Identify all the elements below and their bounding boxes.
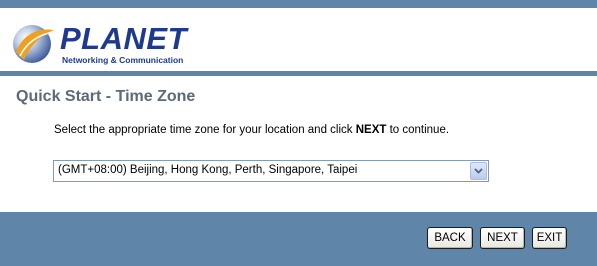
top-accent-bar: [0, 0, 597, 8]
header: PLANET Networking & Communication: [0, 8, 597, 71]
back-button[interactable]: BACK: [427, 227, 473, 249]
globe-icon: [13, 25, 55, 63]
chevron-down-icon: [474, 168, 483, 174]
instruction-text: Select the appropriate time zone for you…: [54, 124, 449, 136]
page-title: Quick Start - Time Zone: [16, 88, 196, 105]
instruction-emphasis: NEXT: [355, 124, 387, 136]
timezone-select[interactable]: (GMT+08:00) Beijing, Hong Kong, Perth, S…: [53, 160, 489, 182]
exit-button[interactable]: EXIT: [532, 227, 567, 249]
header-divider: [0, 71, 597, 76]
instruction-after: to continue.: [386, 124, 450, 136]
brand-name: PLANET: [60, 21, 187, 56]
brand-tagline: Networking & Communication: [62, 55, 184, 65]
instruction-before: Select the appropriate time zone for you…: [54, 124, 356, 136]
next-button[interactable]: NEXT: [480, 227, 525, 249]
timezone-select-value: (GMT+08:00) Beijing, Hong Kong, Perth, S…: [58, 164, 358, 176]
planet-logo: PLANET Networking & Communication: [10, 20, 200, 66]
dropdown-toggle[interactable]: [470, 162, 487, 180]
